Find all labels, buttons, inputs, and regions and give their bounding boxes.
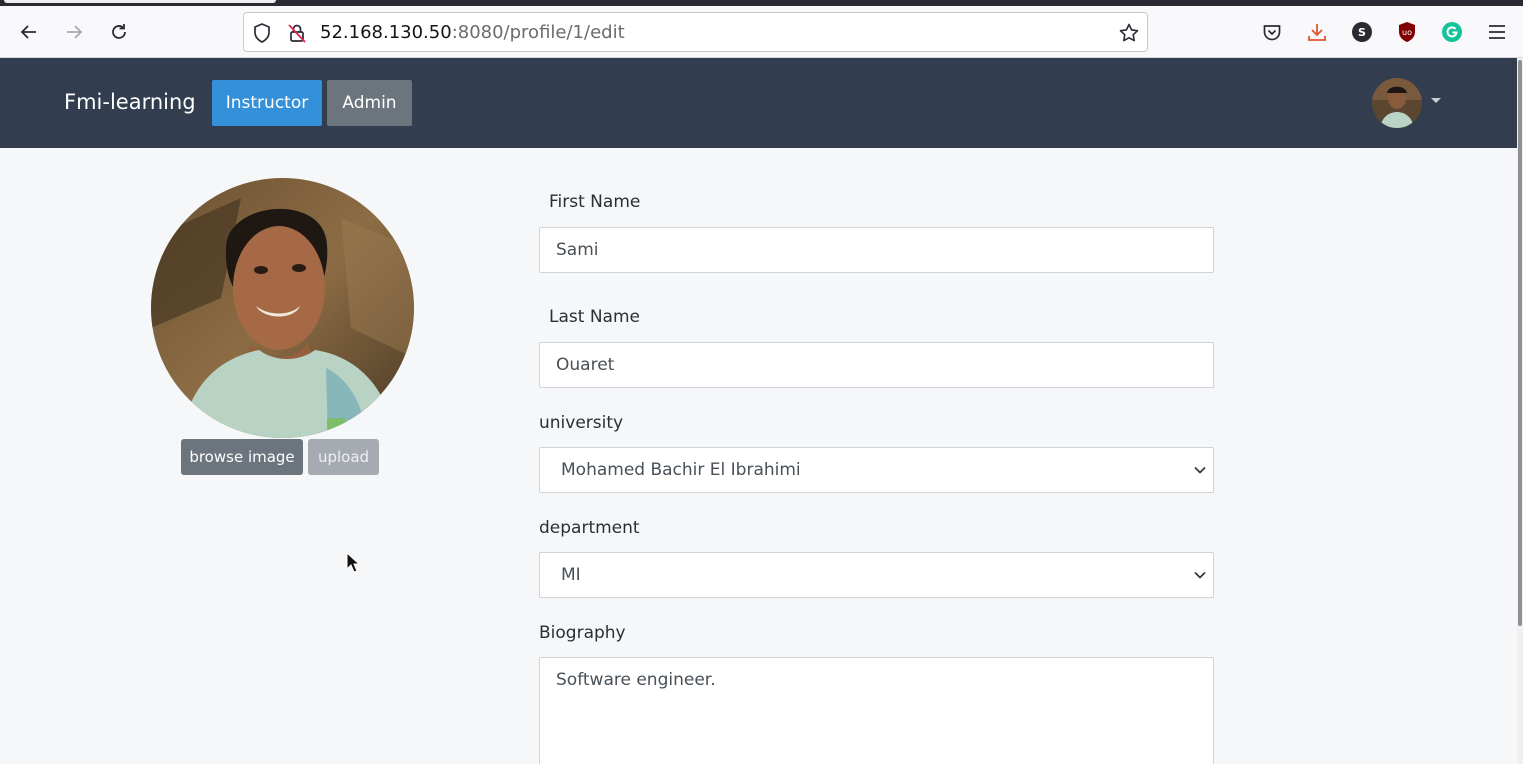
first-name-input[interactable]: Sami	[539, 227, 1214, 273]
profile-photo	[151, 178, 414, 438]
bookmark-star-icon[interactable]	[1118, 22, 1140, 44]
browse-image-button[interactable]: browse image	[181, 439, 303, 475]
upload-button[interactable]: upload	[308, 439, 379, 475]
ublock-icon[interactable]: uo	[1395, 20, 1419, 44]
pocket-icon[interactable]	[1260, 20, 1284, 44]
biography-textarea[interactable]: Software engineer.	[539, 657, 1214, 764]
university-value: Mohamed Bachir El Ibrahimi	[561, 460, 801, 480]
url-text[interactable]: 52.168.130.50:8080/profile/1/edit	[320, 22, 625, 44]
s-extension-icon[interactable]: S	[1350, 20, 1374, 44]
first-name-value: Sami	[556, 240, 599, 260]
download-icon[interactable]	[1305, 20, 1329, 44]
department-label: department	[539, 518, 640, 538]
chevron-down-icon	[1194, 466, 1206, 474]
back-arrow-icon[interactable]	[15, 18, 43, 46]
mouse-pointer-icon	[346, 552, 360, 573]
last-name-label: Last Name	[549, 307, 640, 327]
page-scrollbar-thumb[interactable]	[1518, 60, 1522, 626]
active-tab-edge[interactable]	[4, 0, 276, 3]
department-select[interactable]: MI	[539, 552, 1214, 598]
instructor-nav-button[interactable]: Instructor	[212, 80, 322, 126]
brand-logo-text[interactable]: Fmi-learning	[64, 90, 196, 114]
university-label: university	[539, 413, 624, 433]
url-host: 52.168.130.50	[320, 22, 452, 43]
s-extension-letter: S	[1358, 25, 1366, 39]
last-name-value: Ouaret	[556, 355, 615, 375]
department-value: MI	[561, 565, 581, 585]
user-avatar[interactable]	[1372, 78, 1422, 128]
first-name-label: First Name	[549, 192, 641, 212]
hamburger-menu-icon[interactable]	[1485, 20, 1509, 44]
biography-label: Biography	[539, 623, 626, 643]
chevron-down-icon	[1194, 571, 1206, 579]
admin-nav-button[interactable]: Admin	[327, 80, 412, 126]
url-path: :8080/profile/1/edit	[451, 22, 625, 43]
url-bar[interactable]: 52.168.130.50:8080/profile/1/edit	[243, 12, 1148, 52]
biography-value: Software engineer.	[556, 670, 716, 690]
user-menu-caret-icon[interactable]	[1431, 98, 1441, 103]
shield-icon[interactable]	[251, 22, 273, 44]
svg-text:uo: uo	[1402, 28, 1412, 37]
university-select[interactable]: Mohamed Bachir El Ibrahimi	[539, 447, 1214, 493]
last-name-input[interactable]: Ouaret	[539, 342, 1214, 388]
app-navbar: Fmi-learning Instructor Admin	[0, 58, 1517, 148]
insecure-lock-icon[interactable]	[286, 22, 308, 44]
browser-toolbar: 52.168.130.50:8080/profile/1/edit S uo	[0, 6, 1523, 58]
forward-arrow-icon[interactable]	[60, 18, 88, 46]
reload-icon[interactable]	[105, 18, 133, 46]
grammarly-icon[interactable]	[1440, 20, 1464, 44]
